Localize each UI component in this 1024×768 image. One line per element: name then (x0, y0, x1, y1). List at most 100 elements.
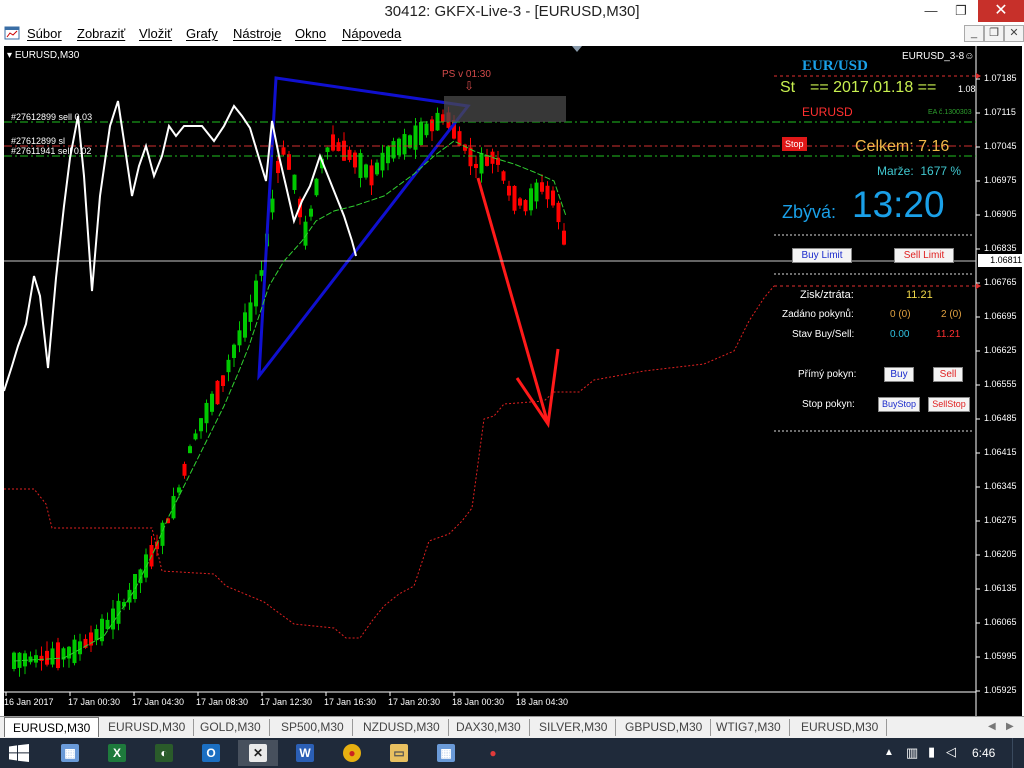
time-tick-label: 17 Jan 08:30 (196, 697, 249, 707)
taskbar-app[interactable]: ▦ (426, 740, 466, 766)
sell-limit-button[interactable]: Sell Limit (894, 248, 954, 263)
candle (512, 185, 517, 211)
zadano-buy: 0 (0) (890, 309, 911, 320)
tab-eurusd-m30[interactable]: EURUSD,M30 (4, 717, 100, 737)
buy-button[interactable]: Buy (884, 367, 914, 382)
candle (545, 185, 550, 200)
level-marker-icon (976, 73, 981, 79)
mdi-restore-button[interactable]: ❐ (984, 25, 1004, 42)
menu-napoveda[interactable]: Nápoveda (342, 26, 401, 41)
maximize-button[interactable]: ❐ (946, 0, 976, 22)
taskbar-app[interactable]: X (97, 740, 137, 766)
candle (353, 152, 357, 168)
time-tick-label: 16 Jan 2017 (4, 697, 54, 707)
price-tick-label: 1.05925 (984, 685, 1017, 695)
zadano-sell: 2 (0) (941, 309, 962, 320)
tab-silver-m30[interactable]: SILVER,M30 (531, 719, 617, 736)
chart-tabs: EURUSD,M30 EURUSD,M30 GOLD,M30 SP500,M30… (0, 716, 1024, 739)
stop-button[interactable]: Stop (782, 137, 807, 151)
tab-eurusd-m30[interactable]: EURUSD,M30 (793, 719, 888, 736)
time-tick-label: 17 Jan 00:30 (68, 697, 121, 707)
candle (56, 642, 60, 669)
candle (309, 208, 313, 217)
candle (331, 134, 335, 151)
candle (193, 433, 198, 440)
candle (474, 163, 478, 169)
price-tick-label: 1.07045 (984, 141, 1017, 151)
taskbar-app[interactable]: ◐ (144, 740, 184, 766)
smiley-icon: ☺ (964, 51, 975, 62)
tab-gold-m30[interactable]: GOLD,M30 (192, 719, 270, 736)
ea-label: EURUSD_3-8☺ (902, 51, 975, 62)
clock[interactable]: 6:46 (972, 746, 995, 760)
candle (210, 393, 214, 412)
price-tick-label: 1.06415 (984, 447, 1017, 457)
chart-area[interactable]: ▾ EURUSD,M30 EURUSD_3-8☺ PS v 01:30 ⇩ #2… (4, 46, 1022, 716)
taskbar-app[interactable]: ● (473, 740, 513, 766)
taskbar-app[interactable]: ● (332, 740, 372, 766)
menu-zobrazit[interactable]: Zobraziť (77, 26, 125, 41)
trailing-line (4, 285, 775, 639)
windows-start-icon[interactable] (9, 744, 29, 762)
candle (424, 123, 429, 136)
current-price-tag: 1.06811 (978, 254, 1022, 267)
tray-arrow-icon[interactable]: ▲ (884, 747, 894, 758)
candle (314, 178, 319, 196)
menu-subor[interactable]: Súbor (27, 26, 62, 41)
tab-scroll-right-icon[interactable]: ▶ (1006, 721, 1014, 732)
show-desktop-button[interactable] (1012, 738, 1024, 768)
candle (221, 375, 225, 387)
mdi-minimize-button[interactable]: _ (964, 25, 984, 42)
tab-scroll-left-icon[interactable]: ◀ (988, 721, 996, 732)
close-button[interactable]: ✕ (978, 0, 1024, 22)
title-bar: 30412: GKFX-Live-3 - [EURUSD,M30] — ❐ ✕ (0, 0, 1024, 23)
menu-okno[interactable]: Okno (295, 26, 326, 41)
candle (358, 153, 363, 178)
candle (232, 344, 236, 358)
candle (67, 646, 71, 659)
taskbar-app[interactable]: ▦ (50, 740, 90, 766)
level-marker-icon (976, 283, 981, 289)
tab-dax30-m30[interactable]: DAX30,M30 (448, 719, 530, 736)
tab-gbpusd-m30[interactable]: GBPUSD,M30 (617, 719, 712, 736)
battery-icon[interactable]: ▮ (928, 744, 935, 760)
candle (562, 230, 566, 245)
minimize-button[interactable]: — (916, 0, 946, 22)
excel-icon: X (108, 744, 126, 762)
sell-button[interactable]: Sell (933, 367, 963, 382)
menu-grafy[interactable]: Grafy (186, 26, 218, 41)
tab-nzdusd-m30[interactable]: NZDUSD,M30 (355, 719, 449, 736)
candle (364, 164, 368, 178)
candle (342, 140, 346, 161)
taskbar-app[interactable]: ✕ (238, 740, 278, 766)
buy-limit-button[interactable]: Buy Limit (792, 248, 852, 263)
buystop-button[interactable]: BuyStop (878, 397, 920, 412)
candle (72, 639, 77, 664)
candle (325, 147, 330, 153)
mdi-close-button[interactable]: ✕ (1004, 25, 1024, 42)
candle (347, 149, 352, 160)
primy-label: Přímý pokyn: (798, 369, 857, 380)
menu-vlozit[interactable]: Vložiť (139, 26, 172, 41)
taskbar-app[interactable]: O (191, 740, 231, 766)
time-tick-label: 18 Jan 04:30 (516, 697, 569, 707)
tab-sp500-m30[interactable]: SP500,M30 (273, 719, 353, 736)
network-icon[interactable]: ▥ (906, 745, 918, 761)
candle (501, 171, 506, 181)
price-tick-label: 1.06275 (984, 515, 1017, 525)
panel-day: St (780, 79, 796, 96)
price-tick-label: 1.05995 (984, 651, 1017, 661)
globe-app-icon: ◐ (155, 744, 173, 762)
chart-window-icon[interactable] (4, 25, 20, 41)
candle (281, 147, 286, 155)
candle (248, 302, 253, 322)
tab-eurusd-m30[interactable]: EURUSD,M30 (100, 719, 195, 736)
tab-wtig7-m30[interactable]: WTIG7,M30 (708, 719, 790, 736)
ps-arrow-icon: ⇩ (464, 79, 475, 93)
sellstop-button[interactable]: SellStop (928, 397, 970, 412)
candle (226, 359, 231, 373)
taskbar-app[interactable]: W (285, 740, 325, 766)
taskbar-app[interactable]: ▭ (379, 740, 419, 766)
volume-icon[interactable]: ◁ (946, 744, 956, 760)
menu-nastroje[interactable]: Nástroje (233, 26, 281, 41)
